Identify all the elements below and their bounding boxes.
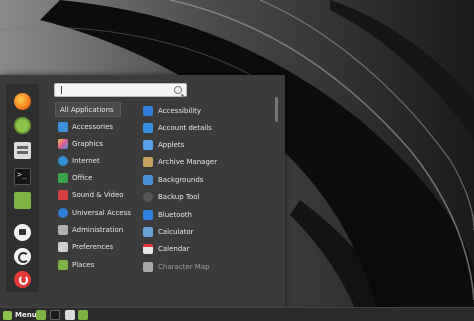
app-applets[interactable]: Applets [141, 137, 271, 152]
category-label: Accessories [72, 122, 114, 131]
character-map-icon [143, 261, 153, 272]
graphics-icon [58, 138, 68, 149]
app-label: Calculator [158, 227, 194, 236]
terminal-launcher-icon[interactable] [50, 310, 60, 320]
category-label: All Applications [60, 105, 114, 114]
category-label: Graphics [72, 139, 103, 148]
category-sound-video[interactable]: Sound & Video [55, 187, 124, 202]
search-input[interactable] [54, 83, 187, 97]
app-bluetooth[interactable]: Bluetooth [141, 207, 271, 222]
show-desktop-icon[interactable] [36, 310, 46, 320]
category-all-applications[interactable]: All Applications [55, 102, 121, 117]
text-cursor [61, 86, 62, 94]
app-archive-manager[interactable]: Archive Manager [141, 154, 271, 169]
application-menu: All Applications Accessories Graphics In… [0, 75, 285, 307]
app-label: Bluetooth [158, 210, 192, 219]
app-label: Applets [158, 140, 185, 149]
category-places[interactable]: Places [55, 257, 121, 272]
power-icon[interactable] [14, 271, 31, 288]
files-launcher-icon[interactable] [65, 310, 75, 320]
internet-icon [58, 155, 68, 166]
app-account-details[interactable]: Account details [141, 120, 271, 135]
mint-logo-icon [3, 310, 12, 320]
category-universal-access[interactable]: Universal Access [55, 205, 131, 220]
category-label: Sound & Video [72, 190, 124, 199]
universal-access-icon [58, 207, 68, 218]
accessibility-icon [143, 105, 153, 116]
applets-icon [143, 139, 153, 150]
category-administration[interactable]: Administration [55, 222, 124, 237]
search-icon[interactable] [174, 86, 182, 94]
app-label: Backgrounds [158, 175, 204, 184]
software-manager-icon[interactable] [14, 117, 31, 134]
backgrounds-icon [143, 174, 153, 185]
settings-icon[interactable] [14, 142, 31, 159]
app-backup-tool[interactable]: Backup Tool [141, 189, 271, 204]
app-label: Account details [158, 123, 212, 132]
lock-icon[interactable] [14, 224, 31, 241]
administration-icon [58, 224, 68, 235]
menu-button[interactable]: Menu [3, 309, 37, 321]
category-label: Administration [72, 225, 124, 234]
menu-label: Menu [15, 311, 37, 319]
app-character-map[interactable]: Character Map [141, 259, 271, 274]
logout-icon[interactable] [14, 248, 31, 265]
category-label: Universal Access [72, 208, 131, 217]
files-icon[interactable] [14, 192, 31, 209]
category-graphics[interactable]: Graphics [55, 136, 121, 151]
office-icon [58, 172, 68, 183]
category-preferences[interactable]: Preferences [55, 239, 121, 254]
category-internet[interactable]: Internet [55, 153, 121, 168]
app-label: Backup Tool [158, 192, 200, 201]
backup-tool-icon [143, 191, 153, 202]
archive-manager-icon [143, 156, 153, 167]
sound-video-icon [58, 189, 68, 200]
app-accessibility[interactable]: Accessibility [141, 103, 271, 118]
category-accessories[interactable]: Accessories [55, 119, 121, 134]
folder-launcher-icon[interactable] [78, 310, 88, 320]
app-calendar[interactable]: Calendar [141, 241, 271, 256]
bluetooth-icon [143, 209, 153, 220]
category-label: Internet [72, 156, 100, 165]
app-label: Calendar [158, 244, 190, 253]
category-label: Preferences [72, 242, 114, 251]
app-label: Character Map [158, 262, 210, 271]
firefox-icon[interactable] [14, 93, 31, 110]
places-folder-icon [58, 259, 68, 270]
app-backgrounds[interactable]: Backgrounds [141, 172, 271, 187]
category-label: Places [72, 260, 95, 269]
preferences-icon [58, 241, 68, 252]
category-office[interactable]: Office [55, 170, 121, 185]
category-label: Office [72, 173, 93, 182]
taskbar: Menu [0, 307, 474, 321]
app-list-scrollbar[interactable] [275, 97, 278, 122]
app-calculator[interactable]: Calculator [141, 224, 271, 239]
favorites-bar [6, 84, 39, 292]
app-label: Archive Manager [158, 157, 218, 166]
account-details-icon [143, 122, 153, 133]
app-label: Accessibility [158, 106, 202, 115]
calculator-icon [143, 226, 153, 237]
calendar-icon [143, 243, 153, 254]
accessories-icon [58, 121, 68, 132]
terminal-icon[interactable] [14, 168, 31, 185]
